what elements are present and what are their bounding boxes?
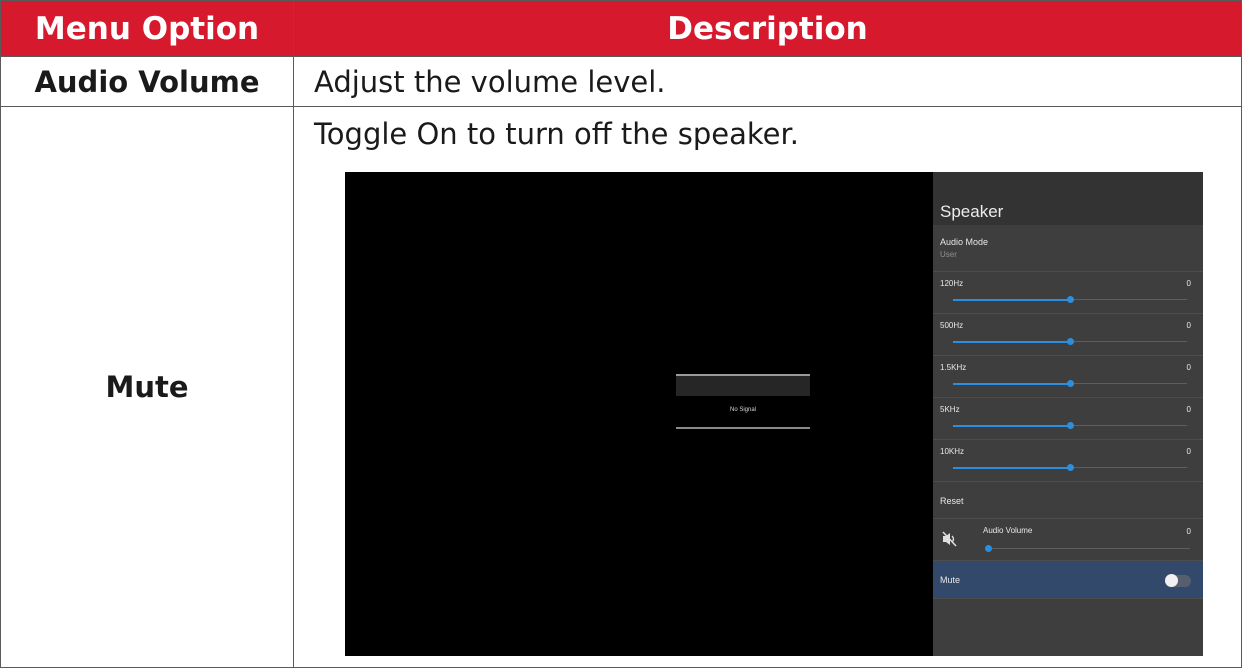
audio-mode-label: Audio Mode — [940, 237, 989, 248]
eq-slider-knob[interactable] — [1067, 464, 1074, 472]
eq-item[interactable]: 500Hz 0 — [933, 314, 1203, 357]
panel-header: Speaker — [933, 172, 1203, 226]
eq-slider-fill — [953, 298, 1070, 301]
header-row: Menu Option Description — [0, 0, 1242, 58]
eq-label: 1.5KHz — [940, 363, 967, 373]
no-signal-box-top — [676, 374, 810, 397]
eq-slider-knob[interactable] — [1067, 380, 1074, 388]
eq-value: 0 — [1186, 279, 1191, 289]
eq-slider[interactable] — [953, 422, 1187, 430]
reset-label: Reset — [940, 496, 964, 507]
menu-table: Menu Option Description Audio Volume Adj… — [0, 0, 1242, 668]
eq-value: 0 — [1186, 321, 1191, 331]
audio-volume-label: Audio Volume — [983, 526, 1033, 536]
option-cell: Mute — [0, 106, 294, 668]
audio-mode-value: User — [940, 250, 957, 260]
eq-slider-fill — [953, 424, 1070, 427]
eq-item[interactable]: 5KHz 0 — [933, 398, 1203, 441]
mute-toggle[interactable] — [1165, 574, 1191, 588]
reset-item[interactable]: Reset — [933, 482, 1203, 520]
mute-item[interactable]: Mute — [933, 561, 1203, 600]
eq-item[interactable]: 1.5KHz 0 — [933, 356, 1203, 399]
eq-slider[interactable] — [953, 464, 1187, 472]
audio-volume-item[interactable]: Audio Volume 0 — [933, 519, 1203, 562]
mute-label: Mute — [940, 575, 961, 586]
speaker-muted-icon — [942, 531, 957, 547]
table-row: Audio Volume Adjust the volume level. — [0, 56, 1242, 108]
eq-slider[interactable] — [953, 380, 1187, 388]
eq-slider-knob[interactable] — [1067, 338, 1074, 346]
eq-label: 5KHz — [940, 405, 960, 415]
audio-volume-slider[interactable] — [985, 545, 1190, 553]
eq-label: 10KHz — [940, 447, 965, 457]
eq-slider[interactable] — [953, 338, 1187, 346]
panel-title: Speaker — [940, 202, 1004, 222]
speaker-panel: Speaker Audio Mode User 120Hz 0 500Hz 0 1.5K… — [933, 172, 1203, 657]
eq-value: 0 — [1186, 363, 1191, 373]
header-description: Description — [293, 0, 1242, 58]
eq-slider[interactable] — [953, 296, 1187, 304]
audio-volume-knob[interactable] — [985, 545, 992, 553]
eq-slider-fill — [953, 466, 1070, 469]
audio-volume-value: 0 — [1186, 527, 1191, 537]
audio-mode-item[interactable]: Audio Mode User — [933, 225, 1203, 273]
eq-slider-fill — [953, 340, 1070, 343]
description-cell: Toggle On to turn off the speaker. No Si… — [293, 106, 1242, 668]
eq-item[interactable]: 10KHz 0 — [933, 440, 1203, 483]
eq-item[interactable]: 120Hz 0 — [933, 272, 1203, 315]
eq-slider-fill — [953, 382, 1070, 385]
eq-value: 0 — [1186, 405, 1191, 415]
eq-label: 500Hz — [940, 321, 964, 331]
eq-value: 0 — [1186, 447, 1191, 457]
no-signal-box-line — [676, 427, 810, 430]
description-cell: Adjust the volume level. — [293, 56, 1242, 108]
speaker-menu-screenshot: No Signal Speaker Audio Mode User 120Hz 0… — [345, 172, 1203, 657]
option-cell: Audio Volume — [0, 56, 294, 108]
mute-toggle-knob — [1165, 574, 1178, 588]
table-row: Mute Toggle On to turn off the speaker. … — [0, 106, 1242, 668]
header-menu-option: Menu Option — [0, 0, 294, 58]
eq-slider-knob[interactable] — [1067, 296, 1074, 304]
eq-label: 120Hz — [940, 279, 964, 289]
no-signal-text: No Signal — [729, 407, 756, 414]
description-text: Toggle On to turn off the speaker. — [314, 117, 799, 152]
eq-slider-knob[interactable] — [1067, 422, 1074, 430]
